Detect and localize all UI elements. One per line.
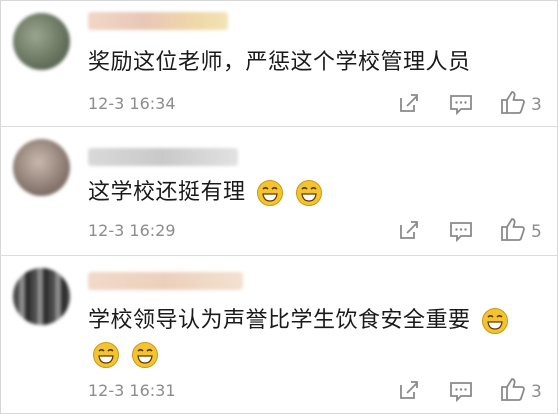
- grinning-emoji-icon: [93, 342, 119, 368]
- grinning-emoji-icon: [257, 180, 284, 206]
- like-count: 5: [531, 222, 542, 242]
- comment-time: 12-3 16:29: [88, 221, 176, 240]
- username-blurred[interactable]: [88, 272, 243, 290]
- avatar[interactable]: [13, 268, 70, 325]
- comment-text: 这学校还挺有理: [88, 180, 246, 205]
- comment-item: 学校领导认为声誉比学生饮食安全重要 12-3 16:31 3: [0, 0, 558, 402]
- comment-time: 12-3 16:31: [88, 381, 176, 400]
- comment-icon[interactable]: [449, 380, 473, 402]
- comment-text: 学校领导认为声誉比学生饮食安全重要: [88, 308, 471, 333]
- like-count: 3: [531, 382, 542, 402]
- comment-emoji-line: [88, 340, 159, 370]
- share-icon[interactable]: [398, 219, 420, 241]
- grinning-emoji-icon: [295, 180, 322, 206]
- grinning-emoji-icon: [131, 342, 158, 368]
- comment-icon[interactable]: [449, 220, 473, 242]
- share-icon[interactable]: [398, 379, 420, 401]
- comment-text-line: 这学校还挺有理: [88, 178, 323, 208]
- grinning-emoji-icon: [482, 308, 509, 334]
- comment-text-line: 学校领导认为声誉比学生饮食安全重要: [88, 306, 509, 336]
- thumbs-up-icon[interactable]: [500, 216, 526, 242]
- thumbs-up-icon[interactable]: [500, 376, 526, 402]
- divider: [0, 255, 558, 256]
